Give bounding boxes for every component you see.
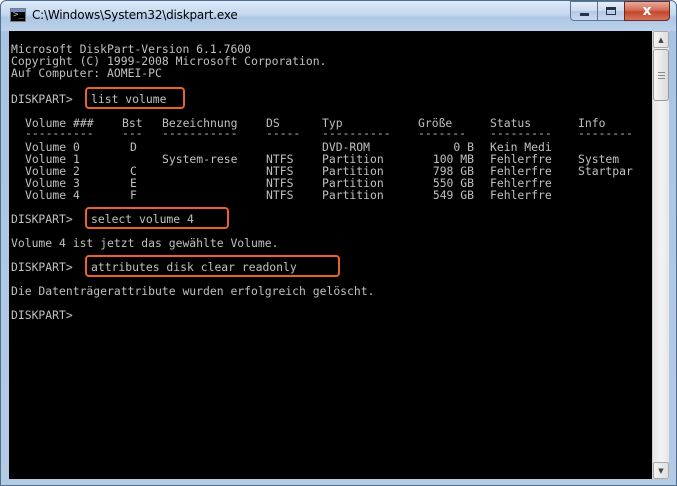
table-cell: Startpar [578,164,633,178]
scroll-down-arrow-icon[interactable]: ▼ [653,462,669,479]
cmd-app-icon[interactable]: >_ [10,8,26,22]
command-text: list volume [91,92,167,106]
window-title: C:\Windows\System32\diskpart.exe [32,8,238,22]
table-separator: ----- [266,126,301,140]
response-text: Die Datenträgerattribute wurden erfolgre… [11,284,375,298]
table-separator: ----------- [162,126,238,140]
grip-line [658,78,665,79]
response-text: Volume 4 ist jetzt das gewählte Volume. [11,236,279,250]
prompt-label: DISKPART> [11,92,73,106]
console-output[interactable]: Microsoft DiskPart-Version 6.1.7600 Copy… [9,31,652,479]
table-separator: --- [122,126,143,140]
current-prompt[interactable]: DISKPART> [11,309,73,321]
table-cell: Fehlerfre [490,188,552,202]
command-text: attributes disk clear readonly [91,260,297,274]
prompt-glyph-icon: >_ [13,10,24,20]
maximize-button[interactable] [597,1,624,21]
table-separator: --------- [490,126,552,140]
table-cell: Partition [322,188,384,202]
table-cell: System-rese [162,152,238,166]
close-icon: x [642,3,652,19]
minimize-button[interactable] [570,1,597,21]
header-line: Auf Computer: AOMEI-PC [11,66,162,80]
console-window: >_ C:\Windows\System32\diskpart.exe x Mi… [0,0,677,486]
close-button[interactable]: x [624,1,670,21]
table-separator: ------- [418,126,467,140]
table-cell: D [130,140,137,154]
table-cell: F [130,188,137,202]
prompt-label: DISKPART> [11,260,73,274]
minimize-icon [579,12,589,16]
maximize-icon [606,7,616,15]
caption-buttons: x [570,1,670,21]
title-bar[interactable]: >_ C:\Windows\System32\diskpart.exe x [1,1,676,31]
grip-line [658,72,665,73]
vertical-scrollbar[interactable]: ▲ ▼ [652,31,669,479]
grip-line [658,75,665,76]
table-separator: ---------- [322,126,391,140]
prompt-label: DISKPART> [11,212,73,226]
scroll-thumb[interactable] [653,49,669,101]
table-cell: Volume 4 [25,188,80,202]
scroll-up-arrow-icon[interactable]: ▲ [653,31,669,48]
table-separator: ---------- [25,126,94,140]
command-text: select volume 4 [91,212,194,226]
table-cell: NTFS [266,188,294,202]
table-cell: 549 GB [432,188,474,202]
table-separator: -------- [578,126,633,140]
